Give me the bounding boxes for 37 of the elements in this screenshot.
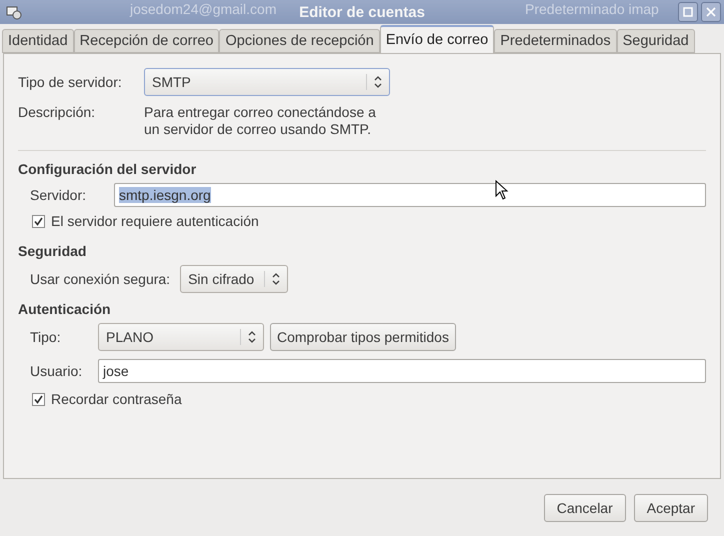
section-heading: Configuración del servidor [18, 161, 198, 177]
server-type-select[interactable]: SMTP [144, 68, 390, 96]
close-icon [706, 7, 716, 17]
window-title: Editor de cuentas [299, 4, 425, 20]
checkbox[interactable] [32, 392, 45, 406]
tab[interactable]: Identidad [2, 29, 74, 53]
checkbox-label: El servidor requiere autenticación [51, 213, 259, 229]
checkbox-label: Recordar contraseña [51, 391, 182, 407]
field-label: Tipo: [30, 329, 62, 345]
field-label: Servidor: [30, 187, 88, 203]
description-text: Para entregar correo conectándose a un servidor de correo usando SMTP. [144, 104, 376, 138]
maximize-icon [683, 7, 693, 17]
section-heading: Autenticación [18, 301, 112, 317]
field-label: Usuario: [30, 363, 84, 379]
background-text: josedom24@gmail.com [130, 1, 276, 17]
username-input[interactable]: jose [98, 359, 706, 383]
field-label: Tipo de servidor: [18, 74, 123, 90]
encryption-select[interactable]: Sin cifrado [180, 265, 288, 293]
check-types-button[interactable]: Comprobar tipos permitidos [270, 323, 456, 351]
maximize-button[interactable] [678, 2, 698, 22]
section-heading: Seguridad [18, 243, 88, 259]
tab[interactable]: Envío de correo [380, 25, 494, 53]
dialog-button[interactable]: Aceptar [634, 494, 708, 522]
server-input[interactable]: smtp.iesgn.org [114, 183, 706, 207]
tab[interactable]: Predeterminados [494, 29, 617, 53]
tab[interactable]: Opciones de recepción [219, 29, 380, 53]
mouse-cursor-icon [495, 180, 509, 200]
tab[interactable]: Recepción de correo [74, 29, 220, 53]
tab[interactable]: Seguridad [616, 29, 695, 53]
field-label: Descripción: [18, 104, 96, 120]
close-button[interactable] [701, 2, 721, 22]
dialog-button[interactable]: Cancelar [544, 494, 626, 522]
auth-type-select[interactable]: PLANO [98, 323, 264, 351]
accounts-icon [6, 4, 22, 20]
checkbox[interactable] [32, 214, 45, 228]
field-label: Usar conexión segura: [30, 271, 170, 287]
background-text: Predeterminado imap [525, 1, 659, 17]
